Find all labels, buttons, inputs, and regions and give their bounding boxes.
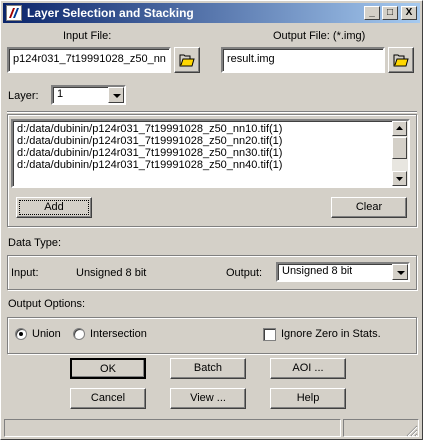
input-file-field[interactable]: p124r031_7t19991028_z50_nn xyxy=(7,47,171,73)
vertical-scrollbar[interactable] xyxy=(392,121,408,186)
minimize-button[interactable]: _ xyxy=(364,6,380,20)
layer-list[interactable]: d:/data/dubinin/p124r031_7t19991028_z50_… xyxy=(11,119,410,188)
arrow-down-icon xyxy=(396,177,403,181)
intersection-label: Intersection xyxy=(90,328,147,340)
title-bar[interactable]: Layer Selection and Stacking _ □ X xyxy=(3,3,420,23)
layer-select[interactable]: 1 xyxy=(51,85,126,105)
ok-button[interactable]: OK xyxy=(70,358,146,379)
resize-grip-icon[interactable] xyxy=(406,425,418,437)
input-file-label: Input File: xyxy=(63,30,112,42)
list-item[interactable]: d:/data/dubinin/p124r031_7t19991028_z50_… xyxy=(17,135,282,147)
chevron-down-icon[interactable] xyxy=(108,87,124,103)
arrow-up-icon xyxy=(396,126,403,130)
aoi-button[interactable]: AOI ... xyxy=(270,358,346,379)
output-type-label: Output: xyxy=(226,267,263,279)
dialog-window: Layer Selection and Stacking _ □ X Input… xyxy=(0,0,423,440)
ignore-zero-checkbox[interactable] xyxy=(263,328,276,341)
chevron-down-icon[interactable] xyxy=(392,264,408,280)
folder-open-icon xyxy=(179,54,195,67)
close-button[interactable]: X xyxy=(401,6,417,20)
app-icon xyxy=(6,5,22,21)
union-label: Union xyxy=(32,328,61,340)
output-file-field[interactable]: result.img xyxy=(221,47,385,73)
scroll-thumb[interactable] xyxy=(392,137,407,159)
input-type-value: Unsigned 8 bit xyxy=(76,267,147,279)
maximize-button[interactable]: □ xyxy=(382,6,398,20)
folder-open-icon xyxy=(393,54,409,67)
ignore-zero-label: Ignore Zero in Stats. xyxy=(281,328,381,340)
add-button[interactable]: Add xyxy=(16,197,92,218)
window-title: Layer Selection and Stacking xyxy=(27,6,194,20)
divider xyxy=(7,111,417,113)
input-file-browse-button[interactable] xyxy=(174,47,200,73)
output-type-value: Unsigned 8 bit xyxy=(282,265,353,277)
output-file-label: Output File: (*.img) xyxy=(273,30,366,42)
scroll-down-button[interactable] xyxy=(392,171,407,186)
help-button[interactable]: Help xyxy=(270,388,346,409)
cancel-button[interactable]: Cancel xyxy=(70,388,146,409)
clear-button[interactable]: Clear xyxy=(331,197,407,218)
union-radio[interactable] xyxy=(15,328,27,340)
output-file-browse-button[interactable] xyxy=(388,47,414,73)
input-file-value: p124r031_7t19991028_z50_nn xyxy=(13,53,166,65)
data-type-heading: Data Type: xyxy=(8,237,61,249)
output-options-heading: Output Options: xyxy=(8,298,86,310)
status-bar-pane xyxy=(4,419,341,437)
list-item[interactable]: d:/data/dubinin/p124r031_7t19991028_z50_… xyxy=(17,159,282,171)
list-item[interactable]: d:/data/dubinin/p124r031_7t19991028_z50_… xyxy=(17,147,282,159)
intersection-radio[interactable] xyxy=(73,328,85,340)
view-button[interactable]: View ... xyxy=(170,388,246,409)
layer-value: 1 xyxy=(57,88,64,100)
output-type-select[interactable]: Unsigned 8 bit xyxy=(276,262,410,282)
scroll-up-button[interactable] xyxy=(392,121,407,136)
output-file-value: result.img xyxy=(227,53,275,65)
input-type-label: Input: xyxy=(11,267,39,279)
batch-button[interactable]: Batch xyxy=(170,358,246,379)
layer-label: Layer: xyxy=(8,90,39,102)
list-item[interactable]: d:/data/dubinin/p124r031_7t19991028_z50_… xyxy=(17,123,282,135)
